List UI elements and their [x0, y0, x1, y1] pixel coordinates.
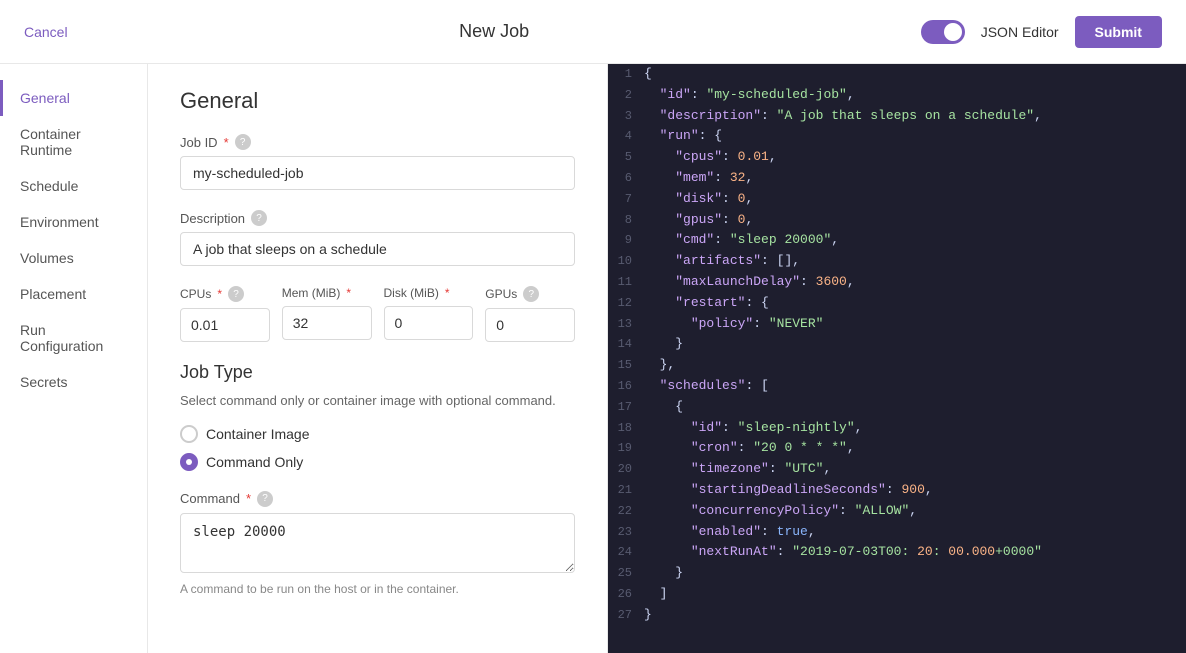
json-line: 11 "maxLaunchDelay": 3600,: [608, 272, 1186, 293]
job-id-help-icon[interactable]: ?: [235, 134, 251, 150]
mem-field: Mem (MiB) *: [282, 286, 372, 342]
job-type-title: Job Type: [180, 362, 575, 383]
json-line: 7 "disk": 0,: [608, 189, 1186, 210]
gpus-input[interactable]: [485, 308, 575, 342]
json-editor-panel: 1{2 "id": "my-scheduled-job",3 "descript…: [608, 64, 1186, 653]
json-line: 6 "mem": 32,: [608, 168, 1186, 189]
sidebar-item-general[interactable]: General: [0, 80, 147, 116]
json-line: 5 "cpus": 0.01,: [608, 147, 1186, 168]
json-line: 23 "enabled": true,: [608, 522, 1186, 543]
sidebar-item-secrets[interactable]: Secrets: [0, 364, 147, 400]
job-id-group: Job ID * ?: [180, 134, 575, 190]
main-layout: General Container Runtime Schedule Envir…: [0, 64, 1186, 653]
disk-label: Disk (MiB) *: [384, 286, 474, 300]
sidebar: General Container Runtime Schedule Envir…: [0, 64, 148, 653]
command-input[interactable]: sleep 20000: [180, 513, 575, 573]
radio-container-image[interactable]: Container Image: [180, 425, 575, 443]
gpus-help-icon[interactable]: ?: [523, 286, 539, 302]
required-star: *: [224, 135, 229, 150]
header-right: JSON Editor Submit: [921, 16, 1162, 48]
json-editor-label: JSON Editor: [981, 24, 1059, 40]
sidebar-item-schedule[interactable]: Schedule: [0, 168, 147, 204]
json-line: 16 "schedules": [: [608, 376, 1186, 397]
json-line: 25 }: [608, 563, 1186, 584]
description-input[interactable]: [180, 232, 575, 266]
json-line: 8 "gpus": 0,: [608, 210, 1186, 231]
cancel-button[interactable]: Cancel: [24, 24, 68, 40]
command-hint: A command to be run on the host or in th…: [180, 582, 575, 596]
json-line: 24 "nextRunAt": "2019-07-03T00: 20: 00.0…: [608, 542, 1186, 563]
sidebar-item-placement[interactable]: Placement: [0, 276, 147, 312]
json-line: 18 "id": "sleep-nightly",: [608, 418, 1186, 439]
mem-label: Mem (MiB) *: [282, 286, 372, 300]
json-line: 12 "restart": {: [608, 293, 1186, 314]
job-id-label: Job ID * ?: [180, 134, 575, 150]
json-line: 14 }: [608, 334, 1186, 355]
radio-command-only[interactable]: Command Only: [180, 453, 575, 471]
gpus-label: GPUs ?: [485, 286, 575, 302]
cpus-field: CPUs * ?: [180, 286, 270, 342]
radio-circle-command: [180, 453, 198, 471]
page-title: New Job: [459, 21, 529, 42]
command-group: Command * ? sleep 20000 A command to be …: [180, 491, 575, 596]
header: Cancel New Job JSON Editor Submit: [0, 0, 1186, 64]
description-group: Description ?: [180, 210, 575, 266]
json-line: 2 "id": "my-scheduled-job",: [608, 85, 1186, 106]
job-id-input[interactable]: [180, 156, 575, 190]
json-line: 15 },: [608, 355, 1186, 376]
json-line: 22 "concurrencyPolicy": "ALLOW",: [608, 501, 1186, 522]
radio-group: Container Image Command Only: [180, 425, 575, 471]
json-line: 21 "startingDeadlineSeconds": 900,: [608, 480, 1186, 501]
command-label: Command * ?: [180, 491, 575, 507]
description-help-icon[interactable]: ?: [251, 210, 267, 226]
cpus-input[interactable]: [180, 308, 270, 342]
cpus-help-icon[interactable]: ?: [228, 286, 244, 302]
submit-button[interactable]: Submit: [1075, 16, 1162, 48]
sidebar-item-run-configuration[interactable]: Run Configuration: [0, 312, 147, 364]
json-line: 4 "run": {: [608, 126, 1186, 147]
json-line: 1{: [608, 64, 1186, 85]
section-title: General: [180, 88, 575, 114]
radio-circle-container: [180, 425, 198, 443]
json-line: 20 "timezone": "UTC",: [608, 459, 1186, 480]
json-line: 13 "policy": "NEVER": [608, 314, 1186, 335]
json-line: 10 "artifacts": [],: [608, 251, 1186, 272]
job-type-section: Job Type Select command only or containe…: [180, 362, 575, 471]
command-help-icon[interactable]: ?: [257, 491, 273, 507]
form-area: General Job ID * ? Description ? CPUs *: [148, 64, 608, 653]
job-type-desc: Select command only or container image w…: [180, 391, 575, 411]
json-line: 27}: [608, 605, 1186, 626]
json-line: 26 ]: [608, 584, 1186, 605]
json-line: 19 "cron": "20 0 * * *",: [608, 438, 1186, 459]
sidebar-item-container-runtime[interactable]: Container Runtime: [0, 116, 147, 168]
description-label: Description ?: [180, 210, 575, 226]
sidebar-item-volumes[interactable]: Volumes: [0, 240, 147, 276]
sidebar-item-environment[interactable]: Environment: [0, 204, 147, 240]
disk-field: Disk (MiB) *: [384, 286, 474, 342]
json-editor-toggle[interactable]: [921, 20, 965, 44]
disk-input[interactable]: [384, 306, 474, 340]
resources-row: CPUs * ? Mem (MiB) * Disk (MiB) *: [180, 286, 575, 342]
json-line: 17 {: [608, 397, 1186, 418]
mem-input[interactable]: [282, 306, 372, 340]
gpus-field: GPUs ?: [485, 286, 575, 342]
json-line: 3 "description": "A job that sleeps on a…: [608, 106, 1186, 127]
json-line: 9 "cmd": "sleep 20000",: [608, 230, 1186, 251]
cpus-label: CPUs * ?: [180, 286, 270, 302]
